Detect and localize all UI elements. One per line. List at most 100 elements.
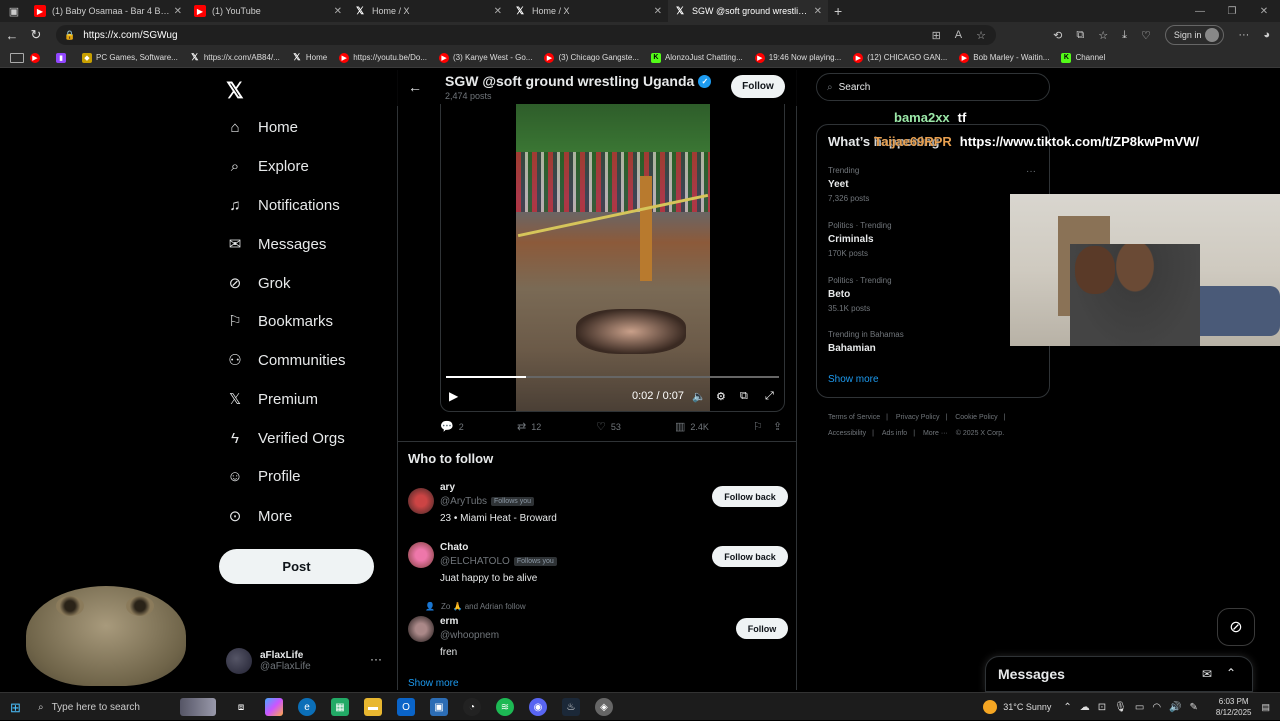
sign-in-button[interactable]: Sign in [1164,25,1225,45]
footer-link[interactable]: Terms of Service [828,414,880,421]
nav-grok[interactable]: ⊘ Grok [226,274,291,293]
bookmark-item[interactable]: K Channel [1061,52,1105,63]
extensions-icon[interactable]: ⟲ [1053,29,1062,42]
browser-tab[interactable]: 𝕏 Home / X ✕ [348,0,508,22]
video-progress-bar[interactable] [446,376,779,378]
steam-icon[interactable]: ♨ [562,698,580,716]
bookmark-item[interactable]: K AlonzoJust Chatting... [650,52,743,63]
follow-back-button[interactable]: Follow back [712,546,788,567]
show-more-link[interactable]: Show more [408,678,459,689]
volume-icon[interactable]: 🔊 [1169,702,1181,713]
footer-link[interactable]: Ads info [882,430,907,437]
edge-icon[interactable]: e [298,698,316,716]
read-aloud-icon[interactable]: A [955,29,962,42]
trend-item[interactable]: Politics · Trending Criminals 170K posts [828,221,1038,258]
bookmark-item[interactable]: ◆ PC Games, Software... [82,52,178,63]
post-button[interactable]: Post [219,549,374,584]
cloud-icon[interactable]: ☁ [1080,702,1090,713]
back-arrow-icon[interactable]: ← [408,79,422,95]
bookmark-item[interactable]: ▶ (12) CHICAGO GAN... [853,52,947,63]
obs-icon[interactable]: ◔ [463,698,481,716]
photos-icon[interactable]: ▣ [430,698,448,716]
app-icon[interactable]: ◈ [595,698,613,716]
browser-tab-active[interactable]: 𝕏 SGW @soft ground wrestling Uga ✕ [668,0,828,22]
browser-tab[interactable]: ▶ (1) Baby Osamaa - Bar 4 Bar | From ✕ [28,0,188,22]
mic-icon[interactable]: 🎙 [1114,702,1127,713]
windows-start-icon[interactable]: ⊞ [10,700,21,716]
views-button[interactable]: ▥ 2.4K [675,420,709,433]
play-icon[interactable]: ▶ [449,389,458,403]
footer-link[interactable]: More ··· [923,430,948,437]
clock[interactable]: 6:03 PM 8/12/2025 [1216,696,1252,718]
bookmark-item[interactable]: ▶ (3) Chicago Gangste... [544,52,639,63]
close-window-icon[interactable]: ✕ [1248,0,1280,22]
repost-button[interactable]: ⇄ 12 [517,420,541,433]
nav-bookmarks[interactable]: ⚐ Bookmarks [226,312,333,331]
network-icon[interactable]: ⊡ [1098,702,1106,713]
nav-explore[interactable]: ⌕ Explore [226,157,309,175]
new-tab-button[interactable]: + [834,3,842,19]
bookmark-item[interactable]: 𝕏 Home [292,52,327,63]
chevron-up-icon[interactable]: ⌃ [1063,702,1071,713]
close-icon[interactable]: ✕ [494,6,502,17]
trend-item[interactable]: Trending Yeet 7,326 posts [828,166,1038,203]
trend-item[interactable]: Trending in Bahamas Bahamian [828,330,1038,354]
notifications-icon[interactable]: ▤ [1261,702,1270,713]
browser-tab[interactable]: ▶ (1) YouTube ✕ [188,0,348,22]
weather-widget[interactable]: 31°C Sunny [983,700,1051,714]
volume-icon[interactable]: 🔈 [692,390,706,403]
grok-button[interactable]: ⊘ [1217,608,1255,646]
follow-back-button[interactable]: Follow back [712,486,788,507]
minimize-icon[interactable]: — [1184,0,1216,22]
store-icon[interactable]: ▦ [331,698,349,716]
bookmark-item[interactable]: ▶ 19:46 Now playing... [754,52,841,63]
display-icon[interactable]: ▭ [1135,702,1144,713]
trend-item[interactable]: Politics · Trending Beto 35.1K posts [828,276,1038,313]
spotify-icon[interactable]: ≋ [496,698,514,716]
pip-icon[interactable]: ⧉ [740,390,748,403]
nav-premium[interactable]: 𝕏 Premium [226,390,318,409]
footer-link[interactable]: Accessibility [828,430,866,437]
browser-tab[interactable]: 𝕏 Home / X ✕ [508,0,668,22]
search-input[interactable]: ⌕ Search [816,73,1050,101]
footer-link[interactable]: Privacy Policy [896,414,940,421]
favorites-icon[interactable]: ☆ [1098,29,1108,42]
discord-icon[interactable]: ◉ [529,698,547,716]
nav-profile[interactable]: ☺ Profile [226,467,300,485]
account-switcher[interactable]: aFlaxLife @aFlaxLife ··· [226,646,386,676]
refresh-icon[interactable]: ↻ [24,22,48,48]
like-button[interactable]: ♡ 53 [596,420,621,433]
nav-home[interactable]: ⌂ Home [226,118,298,136]
x-logo-icon[interactable]: 𝕏 [226,78,244,104]
share-button[interactable]: ⇪ [773,420,787,433]
nav-more[interactable]: ⊙ More [226,507,292,526]
menu-icon[interactable]: ··· [1238,29,1249,41]
bookmark-item[interactable]: ▮ [56,52,70,63]
fullscreen-icon[interactable]: ⤢ [765,390,774,403]
close-icon[interactable]: ✕ [174,6,182,17]
video-player[interactable] [440,104,785,412]
footer-link[interactable]: Cookie Policy [955,414,997,421]
close-icon[interactable]: ✕ [334,6,342,17]
bookmark-item[interactable]: ▶ Bob Marley - Waitin... [959,52,1049,63]
new-message-icon[interactable]: ✉ [1202,667,1212,681]
split-screen-icon[interactable]: ⧉ [1076,29,1084,42]
show-more-link[interactable]: Show more [828,374,879,385]
history-icon[interactable]: ♡ [1141,29,1151,42]
follow-button[interactable]: Follow [736,618,788,639]
tab-actions-icon[interactable]: ▣ [6,3,22,19]
follow-button[interactable]: Follow [731,75,785,98]
outlook-icon[interactable]: O [397,698,415,716]
nav-notifications[interactable]: ♫ Notifications [226,196,339,214]
close-icon[interactable]: ✕ [654,6,662,17]
address-bar[interactable]: 🔒 https://x.com/SGWug ⊞ A ☆ [56,25,996,45]
bookmark-item[interactable]: ▶ (3) Kanye West - Go... [439,52,532,63]
nav-verified-orgs[interactable]: ϟ Verified Orgs [226,429,345,447]
wifi-icon[interactable]: ◠ [1152,702,1161,713]
bookmark-item[interactable]: ▶ [30,52,44,63]
pen-icon[interactable]: ✎ [1190,702,1198,713]
bookmark-item[interactable]: 𝕏https://x.com/AB84/... [190,52,280,63]
search-highlight-icon[interactable] [180,698,216,716]
settings-gear-icon[interactable]: ⚙ [716,390,726,403]
downloads-icon[interactable]: ⤓ [1122,29,1127,42]
